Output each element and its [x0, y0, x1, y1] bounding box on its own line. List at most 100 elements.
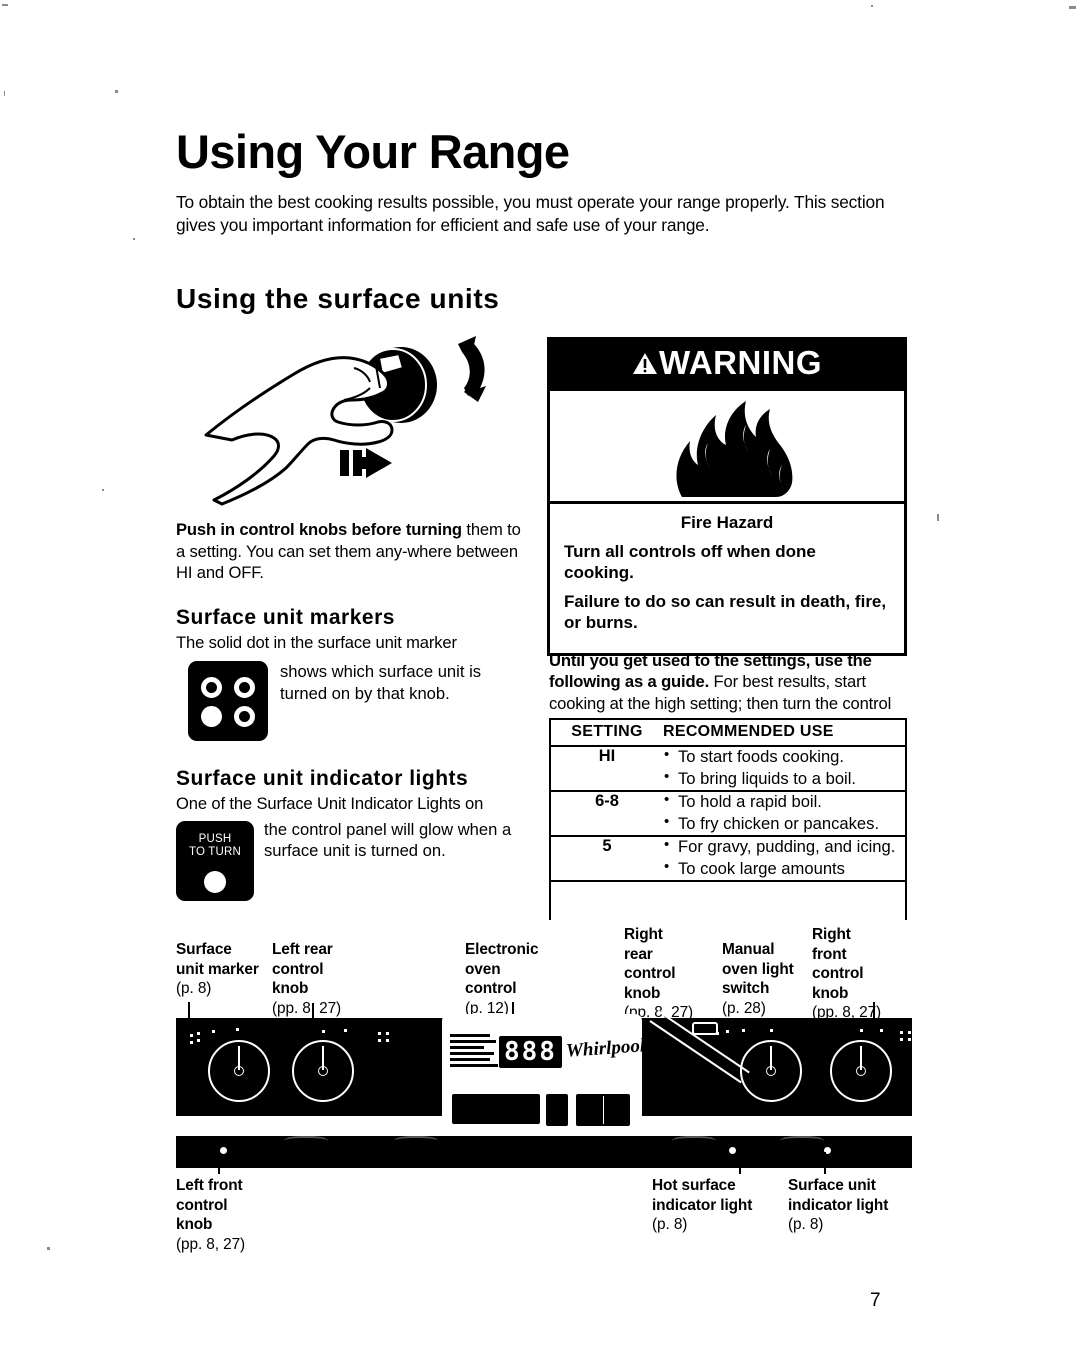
marker-ring-right-rear	[234, 677, 255, 699]
table-row: HI To start foods cooking. To bring liqu…	[551, 746, 905, 793]
hand-turning-knob-illustration	[176, 330, 526, 515]
list-item: To bring liquids to a boil.	[663, 768, 905, 790]
right-front-control-knob[interactable]	[830, 1040, 892, 1102]
knob-hub	[318, 1066, 328, 1076]
oven-keypad-wide[interactable]	[452, 1094, 540, 1124]
settings-table: SETTING RECOMMENDED USE HI To start food…	[549, 718, 907, 920]
callout-left-rear-knob: Left rear control knob (pp. 8, 27)	[272, 940, 372, 1018]
callout-label: Manual oven light switch	[722, 941, 794, 998]
document-page: Using Your Range To obtain the best cook…	[0, 0, 1080, 1360]
section-heading: Using the surface units	[176, 283, 500, 314]
callout-surface-unit-marker: Surface unit marker (p. 8)	[176, 940, 268, 999]
scan-speck	[871, 5, 873, 7]
surface-unit-markers-heading: Surface unit markers	[176, 605, 395, 629]
warning-line-1: Turn all controls off when done cooking.	[564, 542, 816, 583]
display-value: 888	[504, 1037, 557, 1067]
scan-speck	[1069, 6, 1076, 9]
oven-keypad-small[interactable]	[546, 1094, 568, 1126]
callout-page-ref: (pp. 8, 27)	[272, 999, 342, 1017]
callout-label: Left rear control knob	[272, 941, 333, 998]
callout-right-rear-knob: Right rear control knob (pp. 8, 27)	[624, 925, 696, 1023]
callout-right-front-knob: Right front control knob (pp. 8, 27)	[812, 925, 896, 1023]
left-column: Push in control knobs before turning the…	[176, 330, 531, 905]
surface-unit-markers-intro: The solid dot in the surface unit marker	[176, 632, 457, 652]
oven-keypad-pair[interactable]	[576, 1094, 630, 1126]
intro-paragraph: To obtain the best cooking results possi…	[176, 191, 885, 235]
scan-speck	[102, 489, 104, 491]
surface-unit-indicator-intro: One of the Surface Unit Indicator Lights…	[176, 794, 484, 814]
scan-speck	[4, 91, 5, 96]
callout-page-ref: (p. 8)	[176, 980, 212, 998]
burner-outline	[284, 1136, 328, 1148]
warning-banner-text: WARNING	[659, 344, 822, 381]
knob-hub	[856, 1066, 866, 1076]
callout-page-ref: (p. 8)	[788, 1216, 824, 1234]
callout-electronic-oven-control: Electronic oven control (p. 12)	[465, 940, 565, 1018]
callout-label: Surface unit marker	[176, 941, 259, 978]
use-list: For gravy, pudding, and icing. To cook l…	[663, 836, 905, 880]
scan-speck	[2, 4, 8, 6]
settings-table-grid: SETTING RECOMMENDED USE HI To start food…	[551, 720, 905, 883]
surface-unit-marker-icon	[188, 661, 268, 742]
range-control-panel-illustration: 888 Whirlpool	[176, 1010, 912, 1168]
manual-oven-light-switch[interactable]	[692, 1022, 718, 1035]
whirlpool-logo: Whirlpool	[565, 1035, 646, 1062]
callout-label: Electronic oven control	[465, 941, 539, 998]
setting-value: HI	[551, 746, 663, 793]
knob-hub	[234, 1066, 244, 1076]
recommended-use-cell: For gravy, pudding, and icing. To cook l…	[663, 836, 905, 883]
callout-page-ref: (p. 8)	[652, 1216, 688, 1234]
fire-hazard-pictogram	[550, 388, 904, 504]
surface-unit-indicator-heading: Surface unit indicator lights	[176, 767, 469, 791]
warning-line-2: Failure to do so can result in death, fi…	[564, 591, 887, 633]
title-block: Using Your Range To obtain the best cook…	[176, 127, 912, 237]
leader-line	[739, 1152, 741, 1174]
list-item: To fry chicken or pancakes.	[663, 813, 905, 835]
callout-label: Surface unit indicator light	[788, 1177, 889, 1214]
callout-surface-unit-indicator-light: Surface unit indicator light (p. 8)	[788, 1176, 916, 1235]
marker-ring-right-front	[234, 706, 255, 728]
push-to-turn-icon: PUSH TO TURN	[176, 820, 254, 901]
warning-box: WARNING Fire Hazard Turn all controls of…	[547, 337, 907, 656]
knob-hub	[766, 1066, 776, 1076]
scan-speck	[937, 514, 939, 521]
left-front-control-knob[interactable]	[292, 1040, 354, 1102]
table-header-row: SETTING RECOMMENDED USE	[551, 720, 905, 747]
use-list: To start foods cooking. To bring liquids…	[663, 746, 905, 790]
warning-title: Fire Hazard	[680, 513, 774, 532]
callout-label: Right rear control knob	[624, 926, 676, 1002]
list-item: To cook large amounts	[663, 858, 905, 880]
oven-control-legend	[450, 1034, 498, 1070]
callout-page-ref: (p. 28)	[722, 999, 766, 1017]
page-number: 7	[870, 1290, 881, 1311]
scan-speck	[47, 1247, 50, 1250]
setting-value: 6-8	[551, 791, 663, 838]
push-to-turn-line1: PUSH	[198, 832, 232, 845]
scan-speck	[115, 90, 118, 93]
digital-display: 888	[499, 1036, 562, 1068]
callout-label: Hot surface indicator light	[652, 1177, 753, 1214]
list-item: To start foods cooking.	[663, 746, 905, 768]
leader-line	[218, 1150, 220, 1174]
callout-page-ref: (pp. 8, 27)	[176, 1235, 246, 1253]
surface-unit-marker-figure: shows which surface unit is turned on by…	[176, 657, 531, 745]
recommended-use-cell: To hold a rapid boil. To fry chicken or …	[663, 791, 905, 838]
hot-surface-indicator-light	[729, 1147, 736, 1154]
marker-dot-left-front	[201, 706, 222, 728]
left-rear-control-knob[interactable]	[208, 1040, 270, 1102]
column-header-recommended-use: RECOMMENDED USE	[663, 720, 905, 747]
lower-panel-edge	[176, 1136, 912, 1168]
callout-label: Right front control knob	[812, 926, 864, 1002]
setting-value: 5	[551, 836, 663, 883]
flame-icon	[676, 401, 793, 497]
use-list: To hold a rapid boil. To fry chicken or …	[663, 791, 905, 835]
scan-speck	[133, 238, 135, 240]
left-surface-indicator-dot	[220, 1147, 227, 1154]
indicator-light-dot	[204, 870, 226, 893]
burner-outline	[672, 1136, 716, 1148]
warning-triangle-icon	[633, 352, 657, 374]
callout-left-front-knob: Left front control knob (pp. 8, 27)	[176, 1176, 286, 1254]
push-knobs-lead: Push in control knobs before turning	[176, 520, 462, 539]
push-knobs-paragraph: Push in control knobs before turning the…	[176, 519, 531, 584]
callout-manual-oven-light-switch: Manual oven light switch (p. 28)	[722, 940, 802, 1018]
